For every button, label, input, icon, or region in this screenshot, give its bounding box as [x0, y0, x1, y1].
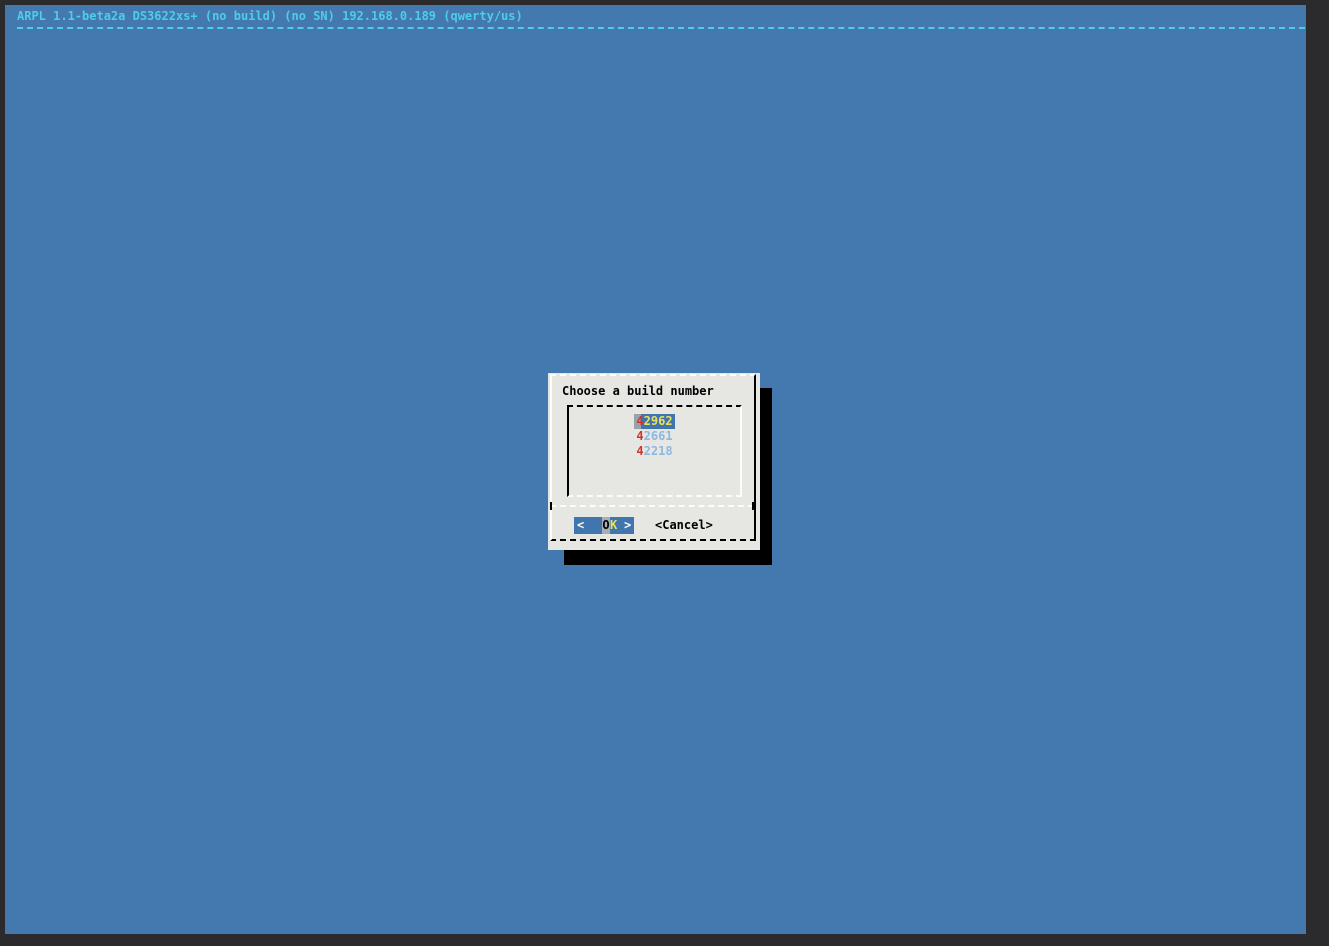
terminal-screen: ARPL 1.1-beta2a DS3622xs+ (no build) (no…	[5, 5, 1306, 934]
build-list: 42962 42661 42218	[567, 405, 742, 497]
cancel-button[interactable]: <Cancel>	[655, 517, 713, 534]
build-option[interactable]: 42661	[569, 429, 740, 444]
ok-button[interactable]: < O K >	[574, 517, 634, 534]
ok-cursor-char: O	[602, 517, 610, 534]
backtitle: ARPL 1.1-beta2a DS3622xs+ (no build) (no…	[17, 9, 523, 23]
ok-label-rest: K	[610, 518, 618, 532]
build-number-dialog: Choose a build number 42962 42661 42218 < …	[548, 373, 760, 550]
dialog-title: Choose a build number	[562, 384, 714, 398]
button-separator-line	[550, 502, 754, 510]
ok-bracket-left: <	[577, 518, 585, 532]
ok-bracket-right: >	[624, 518, 632, 532]
build-option[interactable]: 42218	[569, 444, 740, 459]
backtitle-separator-line	[17, 27, 1305, 29]
build-option[interactable]: 42962	[569, 414, 740, 429]
